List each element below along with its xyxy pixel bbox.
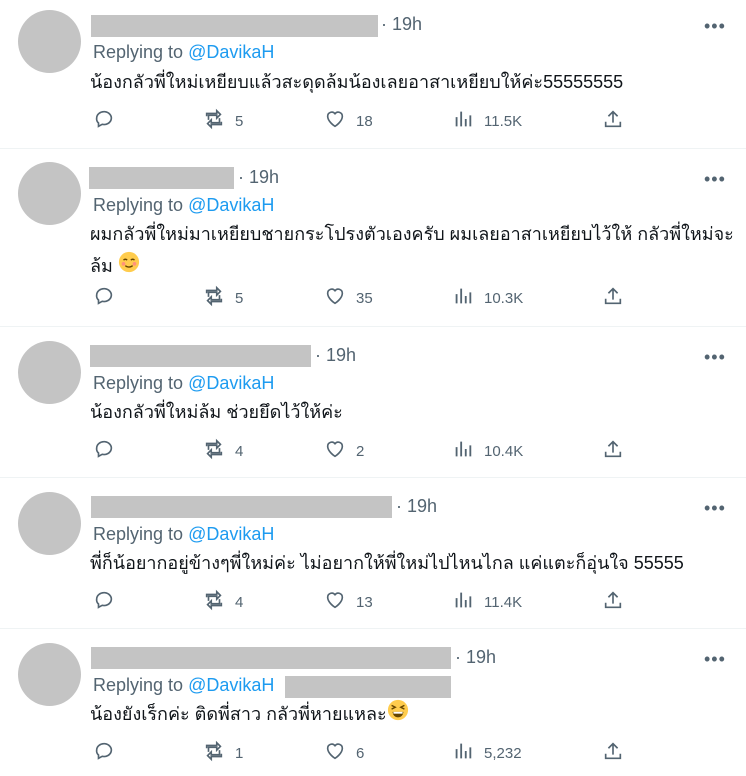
mention-link[interactable]: @DavikaH [188, 195, 274, 215]
share-icon [602, 740, 624, 766]
replying-to: Replying to @DavikaH [93, 195, 275, 215]
tweet-timestamp[interactable]: · 19h [396, 496, 437, 517]
tweet-text: น้องกลัวพี่ใหม่เหยียบแล้วสะดุดล้มน้องเลย… [90, 72, 624, 92]
mention-link[interactable]: @DavikaH [188, 42, 274, 62]
replying-to: Replying to @DavikaH [93, 675, 275, 695]
reply-button[interactable] [93, 740, 125, 766]
tweet-actions: 4 2 10.4K [0, 438, 746, 464]
tweet-text: ผมกลัวพี่ใหม่มาเหยียบชายกระโปรงตัวเองครั… [90, 218, 740, 283]
more-options-icon[interactable]: ••• [704, 498, 726, 519]
share-icon [602, 108, 624, 134]
tweet-actions: 5 18 11.5K [0, 108, 746, 134]
replying-to: Replying to @DavikaH [93, 42, 275, 62]
mention-link[interactable]: @DavikaH [188, 373, 274, 393]
redacted-username [91, 496, 392, 518]
tweet-actions: 1 6 5,232 [0, 740, 746, 766]
heart-icon [324, 438, 346, 464]
more-options-icon[interactable]: ••• [704, 169, 726, 190]
redacted-username [90, 345, 311, 367]
share-button[interactable] [602, 285, 624, 311]
retweet-icon [203, 589, 225, 615]
tweet[interactable]: · 19h ••• Replying to @DavikaH น้องกลัวพ… [0, 327, 746, 478]
share-button[interactable] [602, 589, 624, 615]
reply-button[interactable] [93, 285, 125, 311]
tweet-timestamp[interactable]: · 19h [315, 345, 356, 366]
reply-icon [93, 740, 115, 766]
views-icon [452, 438, 474, 464]
tweet-actions: 4 13 11.4K [0, 589, 746, 615]
share-icon [602, 589, 624, 615]
replying-to: Replying to @DavikaH [93, 373, 275, 393]
tweet-timestamp[interactable]: · 19h [455, 647, 496, 668]
like-button[interactable]: 2 [324, 438, 364, 464]
views-icon [452, 285, 474, 311]
views-button[interactable]: 10.3K [452, 285, 523, 311]
views-button[interactable]: 11.4K [452, 589, 522, 615]
more-options-icon[interactable]: ••• [704, 347, 726, 368]
like-button[interactable]: 13 [324, 589, 373, 615]
tweet-text: น้องยังเร็กค่ะ ติดพี่สาว กลัวพี่หายแหละ [90, 698, 740, 731]
tweet-actions: 5 35 10.3K [0, 285, 746, 311]
share-icon [602, 438, 624, 464]
retweet-button[interactable]: 5 [203, 285, 243, 311]
heart-icon [324, 589, 346, 615]
avatar[interactable] [18, 643, 81, 706]
heart-icon [324, 740, 346, 766]
reply-icon [93, 438, 115, 464]
views-button[interactable]: 5,232 [452, 740, 522, 766]
tweet[interactable]: · 19h ••• Replying to @DavikaH น้องยังเร… [0, 629, 746, 776]
share-button[interactable] [602, 438, 624, 464]
grinning-squint-emoji [387, 699, 409, 731]
avatar[interactable] [18, 10, 81, 73]
more-options-icon[interactable]: ••• [704, 16, 726, 37]
redacted-mention [285, 676, 451, 698]
avatar[interactable] [18, 341, 81, 404]
share-button[interactable] [602, 740, 624, 766]
reply-button[interactable] [93, 108, 125, 134]
heart-icon [324, 108, 346, 134]
blush-emoji [118, 251, 140, 283]
mention-link[interactable]: @DavikaH [188, 524, 274, 544]
retweet-icon [203, 740, 225, 766]
views-button[interactable]: 11.5K [452, 108, 522, 134]
tweet[interactable]: · 19h ••• Replying to @DavikaH พี่ก็น้อย… [0, 478, 746, 629]
redacted-username [91, 15, 378, 37]
tweet-text: น้องกลัวพี่ใหม่ล้ม ช่วยยึดไว้ให้ค่ะ [90, 402, 343, 422]
retweet-button[interactable]: 1 [203, 740, 243, 766]
share-button[interactable] [602, 108, 624, 134]
views-button[interactable]: 10.4K [452, 438, 523, 464]
avatar[interactable] [18, 492, 81, 555]
tweet-text: พี่ก็น้อยากอยู่ข้างๆพี่ใหม่ค่ะ ไม่อยากให… [90, 553, 684, 573]
retweet-button[interactable]: 4 [203, 438, 243, 464]
redacted-username [91, 647, 451, 669]
heart-icon [324, 285, 346, 311]
tweet[interactable]: · 19h ••• Replying to @DavikaH ผมกลัวพี่… [0, 149, 746, 327]
share-icon [602, 285, 624, 311]
tweet[interactable]: · 19h ••• Replying to @DavikaH น้องกลัวพ… [0, 0, 746, 149]
retweet-icon [203, 108, 225, 134]
reply-icon [93, 589, 115, 615]
reply-icon [93, 108, 115, 134]
tweet-timestamp[interactable]: · 19h [381, 14, 422, 35]
views-icon [452, 589, 474, 615]
retweet-button[interactable]: 5 [203, 108, 243, 134]
views-icon [452, 108, 474, 134]
tweet-timestamp[interactable]: · 19h [238, 167, 279, 188]
reply-button[interactable] [93, 438, 125, 464]
replying-to: Replying to @DavikaH [93, 524, 275, 544]
mention-link[interactable]: @DavikaH [188, 675, 274, 695]
retweet-button[interactable]: 4 [203, 589, 243, 615]
views-icon [452, 740, 474, 766]
retweet-icon [203, 438, 225, 464]
like-button[interactable]: 6 [324, 740, 364, 766]
like-button[interactable]: 35 [324, 285, 373, 311]
retweet-icon [203, 285, 225, 311]
reply-icon [93, 285, 115, 311]
avatar[interactable] [18, 162, 81, 225]
like-button[interactable]: 18 [324, 108, 373, 134]
more-options-icon[interactable]: ••• [704, 649, 726, 670]
reply-button[interactable] [93, 589, 125, 615]
redacted-username [89, 167, 234, 189]
